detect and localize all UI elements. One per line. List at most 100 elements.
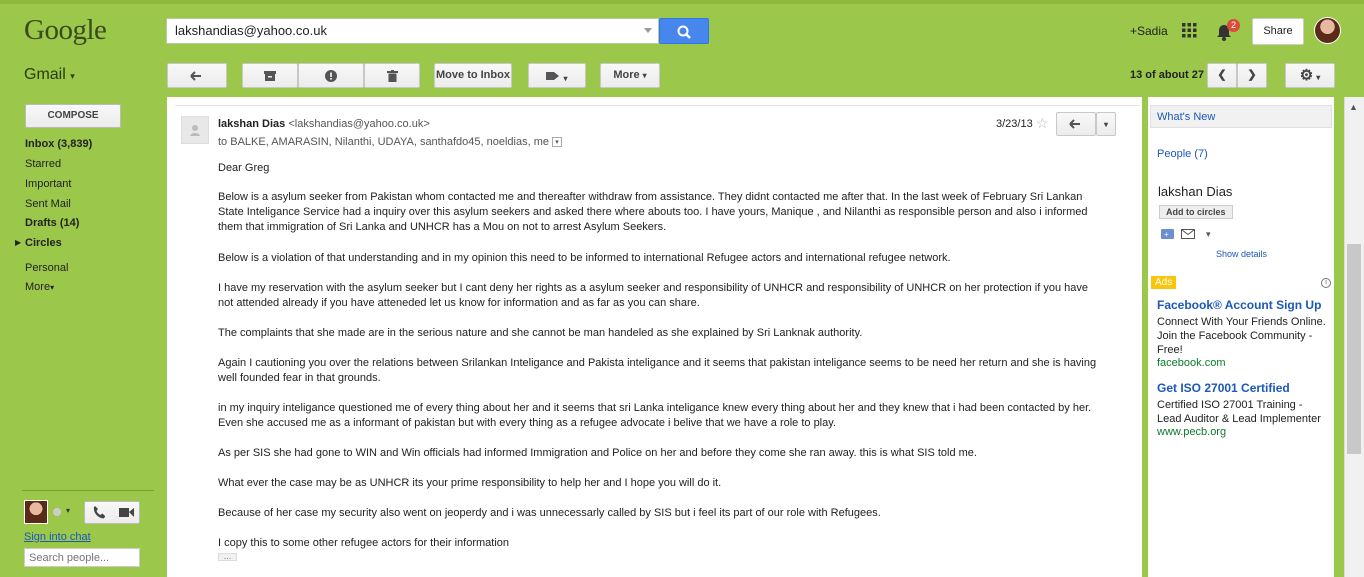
archive-button[interactable] [242, 63, 298, 88]
pagination-text: 13 of about 27 [1130, 69, 1204, 81]
chevron-down-icon: ▾ [70, 71, 75, 81]
show-trimmed-content-button[interactable]: ... [218, 552, 237, 561]
more-actions-label: More [613, 69, 640, 81]
top-border [0, 0, 1364, 4]
sidebar-divider [22, 490, 154, 491]
message-paragraph: As per SIS she had gone to WIN and Win o… [218, 447, 977, 459]
message-paragraph: Again I cautioning you over the relation… [218, 357, 1097, 384]
trash-icon [386, 70, 398, 82]
sender-line: lakshan Dias <lakshandias@yahoo.co.uk> [218, 118, 430, 130]
info-icon[interactable]: i [1321, 278, 1331, 288]
expand-arrow-icon[interactable]: ▶ [15, 238, 21, 247]
compose-button[interactable]: COMPOSE [25, 104, 121, 128]
chevron-left-icon: ❮ [1217, 69, 1227, 81]
profile-avatar[interactable] [1314, 17, 1341, 44]
message-paragraph: What ever the case may be as UNHCR its y… [218, 477, 722, 489]
google-plus-icon[interactable]: + [1161, 229, 1174, 243]
reply-button[interactable] [1056, 112, 1096, 136]
apps-icon[interactable] [1182, 23, 1197, 41]
newer-button[interactable]: ❮ [1207, 63, 1237, 88]
scrollbar-thumb[interactable] [1347, 244, 1361, 454]
chevron-down-icon: ▾ [642, 71, 647, 80]
call-video-group [84, 501, 140, 524]
status-dot-icon[interactable] [53, 508, 61, 516]
show-details-link[interactable]: Show details [1216, 249, 1267, 259]
search-button[interactable] [659, 18, 709, 44]
chevron-right-icon: ❯ [1247, 69, 1257, 81]
message-paragraph: in my inquiry inteligance questioned me … [218, 402, 1092, 429]
message-paragraph: The complaints that she made are in the … [218, 327, 863, 339]
sender-email: <lakshandias@yahoo.co.uk> [288, 118, 430, 130]
archive-icon [264, 71, 276, 81]
pagination-count: 13 of about 27 [1130, 69, 1204, 81]
chevron-down-icon[interactable]: ▾ [1206, 229, 1211, 240]
message-date: 3/23/13 [996, 118, 1033, 130]
ads-badge: Ads [1151, 276, 1177, 289]
back-to-inbox-button[interactable] [167, 63, 227, 88]
sidebar-more-label: More [25, 281, 51, 293]
star-icon[interactable]: ☆ [1036, 115, 1049, 132]
chevron-down-icon: ▾ [1316, 73, 1321, 82]
sidebar-item-inbox[interactable]: Inbox (3,839) [25, 138, 92, 150]
sign-into-chat-link[interactable]: Sign into chat [24, 531, 91, 543]
chevron-down-icon: ▾ [563, 74, 568, 83]
sender-name[interactable]: lakshan Dias [218, 118, 285, 130]
sidebar-item-starred[interactable]: Starred [25, 158, 61, 170]
sidebar-item-sent[interactable]: Sent Mail [25, 198, 71, 210]
ad-text: Connect With Your Friends Online. Join t… [1157, 316, 1326, 356]
email-icon[interactable] [1181, 229, 1195, 242]
ad-title[interactable]: Get ISO 27001 Certified [1157, 381, 1290, 395]
labels-button[interactable]: ▾ [528, 63, 586, 88]
search-icon [677, 25, 691, 39]
people-link[interactable]: People (7) [1157, 148, 1208, 160]
scroll-up-arrow-icon[interactable]: ▲ [1349, 102, 1358, 112]
settings-button[interactable]: ⚙ ▾ [1285, 63, 1335, 88]
chat-avatar[interactable] [24, 500, 48, 524]
chevron-down-icon[interactable]: ▾ [66, 506, 70, 515]
sidebar-item-circles[interactable]: Circles [25, 237, 62, 249]
move-to-inbox-button[interactable]: Move to Inbox [434, 63, 512, 88]
more-actions-button[interactable]: More ▾ [600, 63, 660, 88]
message-paragraph: Because of her case my security also wen… [218, 507, 881, 519]
report-spam-button[interactable] [298, 63, 364, 88]
search-input[interactable]: lakshandias@yahoo.co.uk [166, 18, 659, 44]
message-paragraph: I copy this to some other refugee actors… [218, 537, 510, 549]
delete-button[interactable] [364, 63, 420, 88]
whats-new-link[interactable]: What's New [1150, 105, 1332, 128]
ad-url[interactable]: facebook.com [1157, 357, 1225, 369]
add-to-circles-button[interactable]: Add to circles [1159, 205, 1233, 219]
ad-title[interactable]: Facebook® Account Sign Up [1157, 298, 1321, 312]
svg-text:+: + [1164, 230, 1169, 239]
reply-icon [1069, 119, 1080, 129]
search-input-value: lakshandias@yahoo.co.uk [175, 23, 327, 38]
google-logo[interactable]: Google [24, 14, 107, 47]
gmail-label: Gmail [24, 66, 66, 83]
sidebar-item-drafts[interactable]: Drafts (14) [25, 217, 79, 229]
sidebar-item-personal[interactable]: Personal [25, 262, 68, 274]
user-link[interactable]: +Sadia [1130, 24, 1168, 38]
label-tag-icon [546, 72, 560, 80]
sidebar-item-important[interactable]: Important [25, 178, 71, 190]
contact-name[interactable]: lakshan Dias [1158, 184, 1232, 199]
person-icon [190, 125, 200, 136]
share-button[interactable]: Share [1252, 18, 1304, 45]
older-button[interactable]: ❯ [1237, 63, 1267, 88]
message-paragraph: Dear Greg [218, 162, 270, 174]
chevron-down-icon: ▾ [1103, 120, 1108, 129]
phone-icon[interactable] [93, 505, 106, 522]
message-top-divider [175, 105, 1140, 106]
message-paragraph: I have my reservation with the asylum se… [218, 282, 1089, 309]
sidebar-item-more[interactable]: More▾ [25, 281, 54, 293]
recipients-line: to BALKE, AMARASIN, Nilanthi, UDAYA, san… [218, 136, 563, 148]
ad-url[interactable]: www.pecb.org [1157, 426, 1226, 438]
gmail-menu[interactable]: Gmail ▾ [24, 66, 75, 84]
video-icon[interactable] [119, 507, 134, 521]
more-reply-options-button[interactable]: ▾ [1096, 112, 1116, 136]
chevron-down-icon: ▾ [50, 283, 55, 292]
recipients: to BALKE, AMARASIN, Nilanthi, UDAYA, san… [218, 136, 549, 148]
ad-text: Certified ISO 27001 Training - Lead Audi… [1157, 399, 1321, 425]
search-options-icon[interactable] [644, 28, 652, 33]
show-details-dropdown-icon[interactable]: ▾ [552, 137, 563, 148]
search-people-input[interactable] [24, 548, 140, 567]
sender-avatar[interactable] [181, 116, 209, 144]
